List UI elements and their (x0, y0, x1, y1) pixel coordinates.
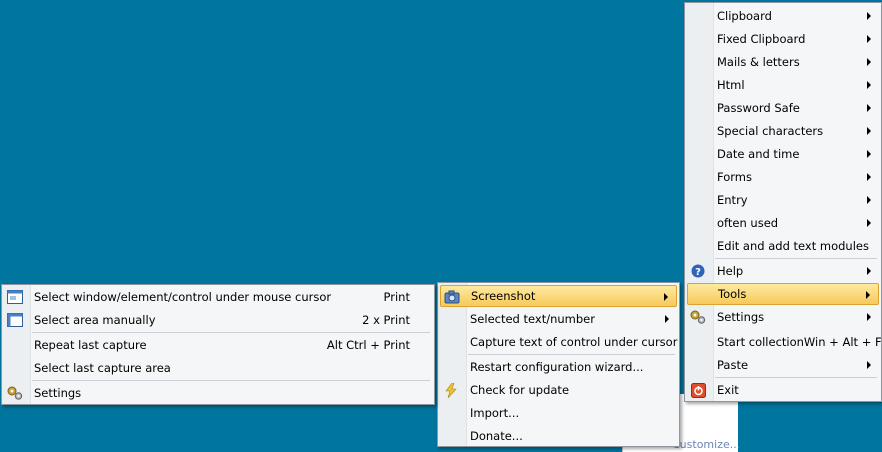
menu-item-label: Fixed Clipboard (717, 32, 806, 46)
menu-item-donate[interactable]: Donate... (440, 425, 677, 447)
menu-item-shortcut: Print (383, 290, 410, 304)
menu-item-mails-letters[interactable]: Mails & letters (687, 51, 879, 73)
menu-item-label: Paste (717, 358, 749, 372)
menu-item-capture-text-control[interactable]: Capture text of control under cursor (440, 331, 677, 353)
menu-item-label: Import... (470, 406, 520, 420)
menu-item-label: Clipboard (717, 9, 772, 23)
menu-item-shortcut: Alt Ctrl + Print (326, 338, 410, 352)
submenu-arrow-icon (866, 291, 870, 299)
menu-item-html[interactable]: Html (687, 74, 879, 96)
menu-item-label: Forms (717, 170, 752, 184)
menu-item-label: Exit (717, 383, 739, 397)
menu-item-often-used[interactable]: often used (687, 212, 879, 234)
submenu-arrow-icon (867, 35, 871, 43)
menu-item-selected-text-number[interactable]: Selected text/number (440, 308, 677, 330)
menu-item-repeat-capture[interactable]: Repeat last capture Alt Ctrl + Print (4, 334, 432, 356)
menu-item-paste[interactable]: Paste (687, 354, 879, 376)
camera-icon (443, 289, 461, 305)
menu-item-label: Edit and add text modules (717, 239, 869, 253)
submenu-arrow-icon (867, 12, 871, 20)
settings-gears-icon (6, 385, 24, 401)
submenu-arrow-icon (867, 104, 871, 112)
menu-item-last-capture-area[interactable]: Select last capture area (4, 357, 432, 379)
submenu-arrow-icon (867, 196, 871, 204)
menu-item-label: Password Safe (717, 101, 800, 115)
submenu-arrow-icon (867, 81, 871, 89)
menu-item-label: Capture text of control under cursor (470, 335, 678, 349)
menu-item-date-time[interactable]: Date and time (687, 143, 879, 165)
menu-item-label: Start collectionWin + Alt + F2 (717, 335, 882, 349)
menu-item-label: Tools (718, 287, 747, 301)
customize-link[interactable]: Customize... (672, 438, 740, 451)
menu-item-label: Restart configuration wizard... (470, 360, 644, 374)
menu-separator (32, 380, 430, 381)
submenu-arrow-icon (867, 150, 871, 158)
menu-item-import[interactable]: Import... (440, 402, 677, 424)
menu-item-label: Select window/element/control under mous… (34, 290, 332, 304)
menu-item-label: Mails & letters (717, 55, 800, 69)
menu-item-forms[interactable]: Forms (687, 166, 879, 188)
menu-item-label: Special characters (717, 124, 824, 138)
menu-item-start-collection[interactable]: Start collectionWin + Alt + F2 (687, 331, 882, 353)
menu-separator (468, 354, 675, 355)
menu-item-password-safe[interactable]: Password Safe (687, 97, 879, 119)
menu-item-help[interactable]: ? Help (687, 260, 879, 282)
settings-gears-icon (689, 309, 707, 325)
menu-item-screenshot[interactable]: Screenshot (440, 285, 677, 307)
submenu-arrow-icon (867, 313, 871, 321)
menu-item-label: Html (717, 78, 745, 92)
menu-item-label: Repeat last capture (34, 338, 147, 352)
menu-item-label: Date and time (717, 147, 800, 161)
window-select-icon (6, 289, 24, 305)
menu-item-label: often used (717, 216, 779, 230)
menu-item-select-window[interactable]: Select window/element/control under mous… (4, 286, 432, 308)
menu-item-label: Entry (717, 193, 748, 207)
menu-item-select-area[interactable]: Select area manually 2 x Print (4, 309, 432, 331)
menu-item-entry[interactable]: Entry (687, 189, 879, 211)
menu-item-clipboard[interactable]: Clipboard (687, 5, 879, 27)
menu-item-restart-wizard[interactable]: Restart configuration wizard... (440, 356, 677, 378)
menu-separator (715, 258, 877, 259)
submenu-arrow-icon (664, 293, 668, 301)
submenu-arrow-icon (867, 127, 871, 135)
menu-item-tools[interactable]: Tools (687, 283, 879, 305)
menu-item-settings[interactable]: Settings (687, 306, 879, 328)
menu-item-label: Check for update (470, 383, 570, 397)
menu-item-label: Selected text/number (470, 312, 595, 326)
submenu-arrow-icon (867, 173, 871, 181)
lightning-icon (442, 382, 460, 398)
submenu-arrow-icon (867, 58, 871, 66)
menu-item-fixed-clipboard[interactable]: Fixed Clipboard (687, 28, 879, 50)
menu-item-exit[interactable]: Exit (687, 379, 879, 401)
screenshot-submenu: Select window/element/control under mous… (1, 284, 435, 405)
menu-item-label: Select last capture area (34, 361, 171, 375)
menu-item-label: Donate... (470, 429, 523, 443)
menu-item-label: Settings (717, 310, 765, 324)
menu-item-label: Select area manually (34, 313, 156, 327)
tools-submenu: Screenshot Selected text/number Capture … (437, 282, 680, 447)
svg-text:?: ? (695, 267, 701, 278)
menu-item-edit-text-modules[interactable]: Edit and add text modules (687, 235, 879, 257)
submenu-arrow-icon (867, 219, 871, 227)
help-icon: ? (689, 263, 707, 279)
menu-item-label: Help (717, 264, 744, 278)
menu-item-shortcut: 2 x Print (362, 313, 410, 327)
main-context-menu: Clipboard Fixed Clipboard Mails & letter… (684, 2, 882, 402)
submenu-arrow-icon (665, 315, 669, 323)
menu-item-label: Screenshot (471, 289, 536, 303)
submenu-arrow-icon (867, 361, 871, 369)
menu-separator (715, 377, 877, 378)
area-select-icon (6, 312, 24, 328)
menu-item-label: Settings (34, 386, 82, 400)
menu-separator (32, 332, 430, 333)
exit-icon (689, 382, 707, 398)
submenu-arrow-icon (867, 267, 871, 275)
menu-item-special-characters[interactable]: Special characters (687, 120, 879, 142)
menu-item-screenshot-settings[interactable]: Settings (4, 382, 432, 404)
menu-item-check-update[interactable]: Check for update (440, 379, 677, 401)
